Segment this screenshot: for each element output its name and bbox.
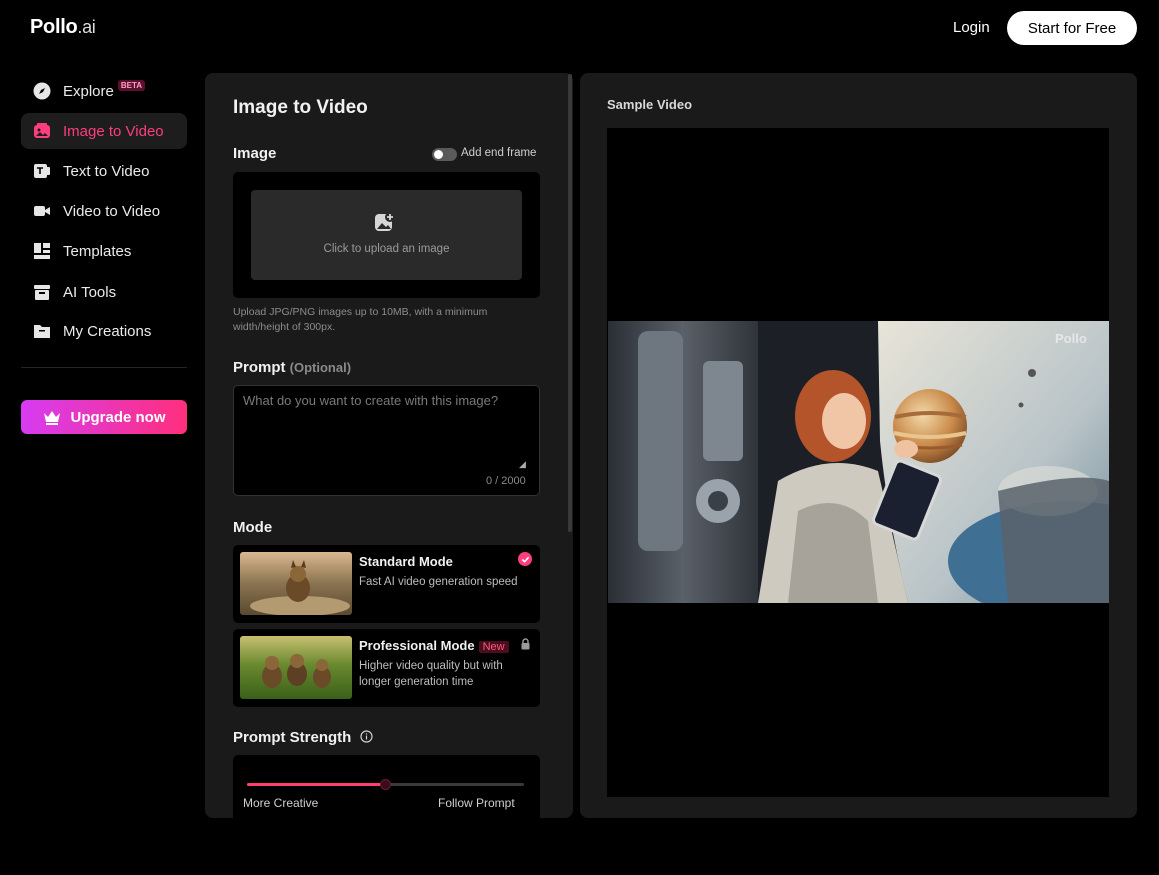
- toolbox-icon: [33, 283, 51, 301]
- beta-badge: BETA: [117, 79, 146, 91]
- folder-icon: [33, 322, 51, 340]
- sidebar-item-templates[interactable]: Templates: [21, 233, 187, 269]
- professional-mode-thumbnail: [240, 636, 352, 699]
- text-video-icon: [33, 162, 51, 180]
- logo[interactable]: Pollo.ai: [30, 16, 96, 39]
- sidebar-item-label: Text to Video: [63, 162, 150, 180]
- panel-title: Image to Video: [233, 97, 368, 118]
- sidebar-item-label: Video to Video: [63, 202, 161, 220]
- slider-right-label: Follow Prompt: [438, 796, 515, 810]
- info-icon[interactable]: [359, 730, 373, 743]
- image-add-icon: [374, 211, 396, 238]
- standard-mode-name: Standard Mode: [359, 554, 453, 569]
- video-camera-icon: [33, 202, 51, 220]
- prompt-section-label: Prompt (Optional): [233, 359, 351, 376]
- check-icon: [518, 552, 532, 566]
- upgrade-label: Upgrade now: [70, 408, 166, 426]
- standard-mode-desc: Fast AI video generation speed: [359, 576, 518, 588]
- professional-mode-name: Professional Mode: [359, 638, 475, 653]
- professional-mode-desc: Higher video quality but with longer gen…: [359, 660, 503, 688]
- sidebar-item-label: AI Tools: [63, 283, 117, 301]
- video-watermark: Pollo: [1055, 331, 1087, 346]
- upload-hint: Upload JPG/PNG images up to 10MB, with a…: [233, 306, 488, 333]
- login-link[interactable]: Login: [953, 19, 990, 36]
- sidebar-item-label: Templates: [63, 242, 132, 260]
- resize-handle-icon[interactable]: ◢: [519, 459, 526, 470]
- panel-scrollbar[interactable]: [568, 74, 572, 532]
- sidebar-item-my-creations[interactable]: My Creations: [21, 313, 187, 349]
- sample-video-frame: [608, 321, 1109, 603]
- mode-section-label: Mode: [233, 519, 273, 536]
- new-badge: New: [478, 641, 509, 653]
- logo-suffix: .ai: [77, 17, 96, 37]
- mode-option-professional[interactable]: Professional Mode New Higher video qualit…: [233, 629, 540, 707]
- end-frame-toggle-label: Add end frame: [461, 147, 537, 159]
- sidebar-item-label: Image to Video: [63, 122, 164, 140]
- optional-label: (Optional): [289, 360, 352, 375]
- slider-left-label: More Creative: [243, 796, 319, 810]
- sidebar-divider: [21, 367, 187, 368]
- upgrade-button[interactable]: Upgrade now: [21, 400, 187, 434]
- professional-mode-name-row: Professional Mode New: [359, 638, 509, 653]
- prompt-strength-label: Prompt Strength: [233, 729, 352, 746]
- start-for-free-button[interactable]: Start for Free: [1007, 11, 1137, 45]
- sidebar-item-ai-tools[interactable]: AI Tools: [21, 274, 187, 310]
- lock-icon: [520, 637, 531, 655]
- compass-icon: [33, 82, 51, 100]
- sidebar-item-video-to-video[interactable]: Video to Video: [21, 193, 187, 229]
- image-video-icon: [33, 122, 51, 140]
- sample-video-label: Sample Video: [607, 97, 693, 112]
- sidebar-item-image-to-video[interactable]: Image to Video: [21, 113, 187, 149]
- end-frame-toggle[interactable]: [432, 148, 457, 161]
- image-section-label: Image: [233, 145, 277, 162]
- prompt-label: Prompt: [233, 359, 286, 376]
- sidebar-item-explore[interactable]: Explore BETA: [21, 73, 187, 109]
- upload-text: Click to upload an image: [323, 243, 450, 255]
- templates-icon: [33, 242, 51, 260]
- prompt-char-counter: 0 / 2000: [486, 475, 526, 487]
- prompt-strength-section: Prompt Strength: [233, 729, 373, 746]
- crown-icon: [44, 411, 61, 425]
- logo-main: Pollo: [30, 16, 78, 38]
- prompt-placeholder: What do you want to create with this ima…: [243, 393, 499, 408]
- standard-mode-thumbnail: [240, 552, 352, 615]
- mode-option-standard[interactable]: Standard Mode Fast AI video generation s…: [233, 545, 540, 623]
- prompt-strength-slider-fill: [247, 783, 386, 786]
- prompt-strength-slider-thumb[interactable]: [380, 779, 391, 790]
- sidebar-item-label: Explore: [63, 82, 114, 100]
- sidebar-item-text-to-video[interactable]: Text to Video: [21, 153, 187, 189]
- sidebar-item-label: My Creations: [63, 322, 152, 340]
